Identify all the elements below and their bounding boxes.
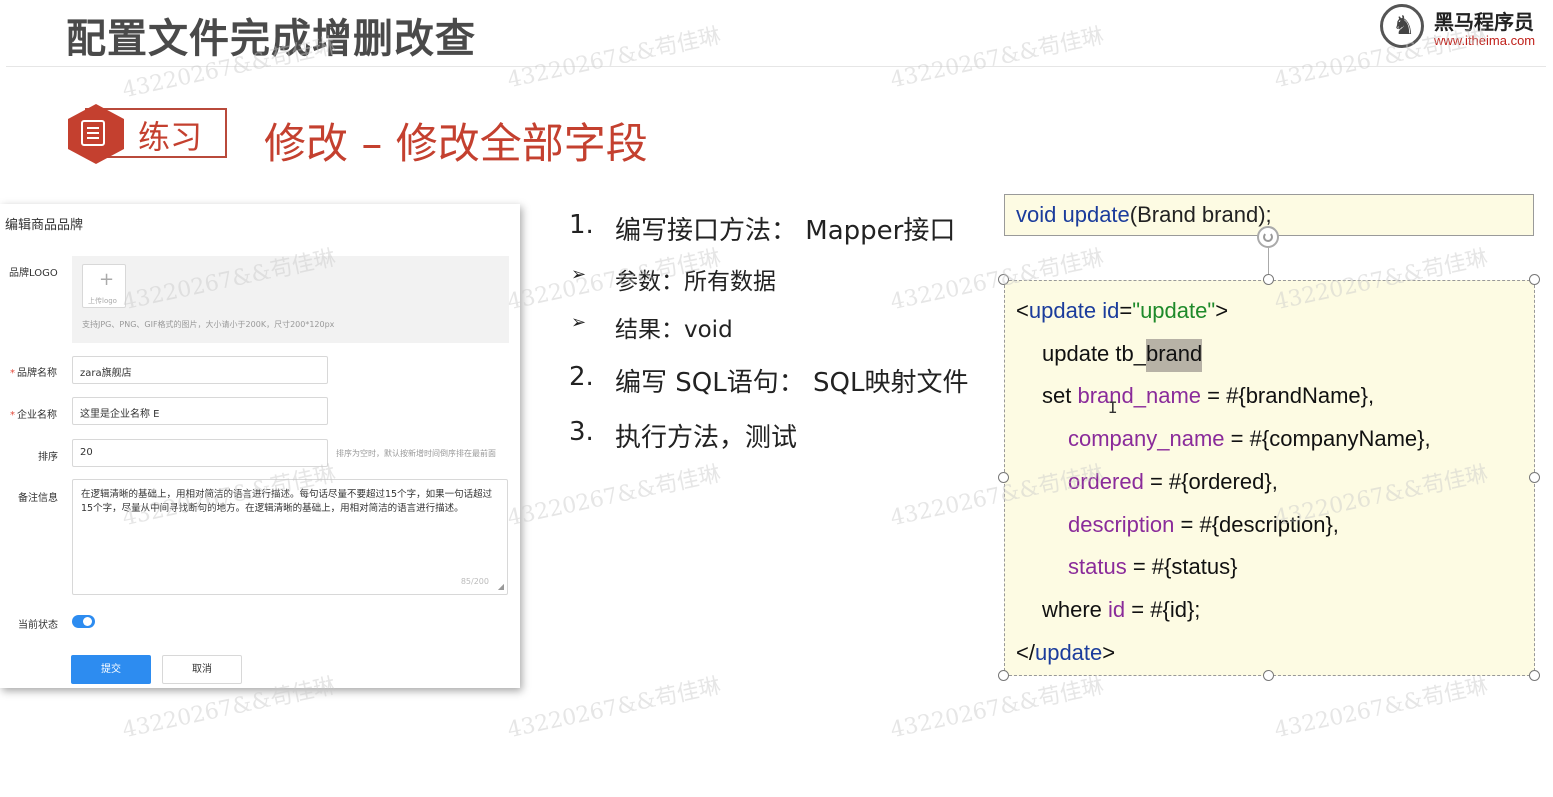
code-line-close-tag: </update> [1016, 640, 1116, 665]
resize-handle-right[interactable] [1529, 472, 1540, 483]
document-icon [81, 120, 105, 146]
char-counter: 85/200 [460, 577, 489, 586]
code-line-set: set brand_name = #{brandName}, [1042, 383, 1375, 408]
watermark: 43220267&&苟佳琳 [505, 23, 723, 94]
text-cursor-icon: I [1108, 398, 1118, 417]
resize-handle-icon[interactable]: ◢ [498, 582, 504, 591]
cancel-button[interactable]: 取消 [162, 655, 242, 684]
resize-handle-bottom[interactable] [1263, 670, 1274, 681]
upload-logo-button[interactable]: + 上传logo [82, 264, 126, 308]
bullet-arrow-icon: ➢ [571, 312, 587, 333]
sort-input[interactable]: 20 [72, 439, 328, 467]
code-line-ordered: ordered = #{ordered}, [1068, 469, 1278, 494]
code-line-description: description = #{description}, [1068, 512, 1339, 537]
company-name-label: * 企业名称 [10, 410, 57, 421]
watermark: 43220267&&苟佳琳 [505, 461, 723, 532]
remark-text: 在逻辑清晰的基础上，用相对简洁的语言进行描述。每句话尽量不要超过15个字，如果一… [81, 489, 493, 514]
remark-textarea[interactable]: 在逻辑清晰的基础上，用相对简洁的语言进行描述。每句话尽量不要超过15个字，如果一… [72, 479, 508, 595]
upload-label: 上传logo [88, 297, 117, 305]
watermark: 43220267&&苟佳琳 [888, 673, 1106, 744]
method-name: update [1062, 202, 1130, 227]
watermark: 43220267&&苟佳琳 [505, 673, 723, 744]
code-line-update: update tb_brand [1042, 339, 1203, 372]
remark-label: 备注信息 [18, 493, 58, 504]
submit-button[interactable]: 提交 [71, 655, 151, 684]
slide-title: 配置文件完成增删改查 [66, 16, 476, 62]
resize-handle-left[interactable] [998, 472, 1009, 483]
sql-mapping-box[interactable]: <update id="update"> update tb_brand set… [1004, 280, 1535, 676]
sort-label: 排序 [38, 452, 58, 463]
resize-handle-bottom-left[interactable] [998, 670, 1009, 681]
bullet-arrow-icon: ➢ [571, 264, 587, 285]
method-params: (Brand brand); [1129, 202, 1272, 227]
resize-handle-top[interactable] [1263, 274, 1274, 285]
rotate-handle-icon[interactable] [1257, 226, 1279, 248]
step-2-number: 2. [569, 362, 594, 392]
brand-logo: ♞ 黑马程序员 www.itheima.com [1380, 4, 1550, 52]
horse-logo-icon: ♞ [1380, 4, 1424, 48]
watermark: 43220267&&苟佳琳 [888, 23, 1106, 94]
edit-brand-form: 编辑商品品牌 品牌LOGO + 上传logo 支持JPG、PNG、GIF格式的图… [0, 204, 520, 688]
form-title: 编辑商品品牌 [5, 218, 84, 233]
step-3-text: 执行方法，测试 [615, 423, 798, 453]
code-line-company: company_name = #{companyName}, [1068, 426, 1431, 451]
brand-name: 黑马程序员 [1434, 10, 1534, 34]
step-3-number: 3. [569, 417, 594, 447]
keyword-void: void [1016, 202, 1057, 227]
step-2-text: 编写 SQL语句： SQL映射文件 [615, 368, 969, 398]
selected-text: brand [1145, 339, 1203, 372]
toggle-knob [83, 617, 92, 626]
resize-handle-top-right[interactable] [1529, 274, 1540, 285]
logo-upload-area: + 上传logo 支持JPG、PNG、GIF格式的图片，大小请小于200K，尺寸… [72, 256, 509, 343]
plus-icon: + [99, 269, 115, 290]
step-1-number: 1. [569, 210, 594, 240]
sort-hint: 排序为空时，默认按新增时间倒序排在最前面 [336, 449, 496, 458]
upload-hint: 支持JPG、PNG、GIF格式的图片，大小请小于200K，尺寸200*120px [82, 320, 335, 329]
step-1-text: 编写接口方法： Mapper接口 [615, 216, 956, 246]
status-toggle[interactable] [72, 615, 95, 628]
resize-handle-bottom-right[interactable] [1529, 670, 1540, 681]
header-divider [6, 66, 1546, 67]
code-line-status: status = #{status} [1068, 554, 1238, 579]
code-line-open-tag: <update id="update"> [1016, 298, 1229, 323]
resize-handle-top-left[interactable] [998, 274, 1009, 285]
code-line-where: where id = #{id}; [1042, 597, 1201, 622]
section-heading: 修改 – 修改全部字段 [264, 119, 648, 168]
company-name-input[interactable]: 这里是企业名称 E [72, 397, 328, 425]
sub-step-params: 参数：所有数据 [615, 269, 776, 295]
brand-name-label: * 品牌名称 [10, 368, 57, 379]
brand-url: www.itheima.com [1434, 33, 1536, 48]
brand-name-input[interactable]: zara旗舰店 [72, 356, 328, 384]
status-label: 当前状态 [18, 620, 58, 631]
watermark: 43220267&&苟佳琳 [1272, 673, 1490, 744]
sub-step-result: 结果：void [615, 317, 733, 343]
exercise-label: 练习 [138, 118, 203, 156]
logo-label: 品牌LOGO [9, 268, 58, 279]
